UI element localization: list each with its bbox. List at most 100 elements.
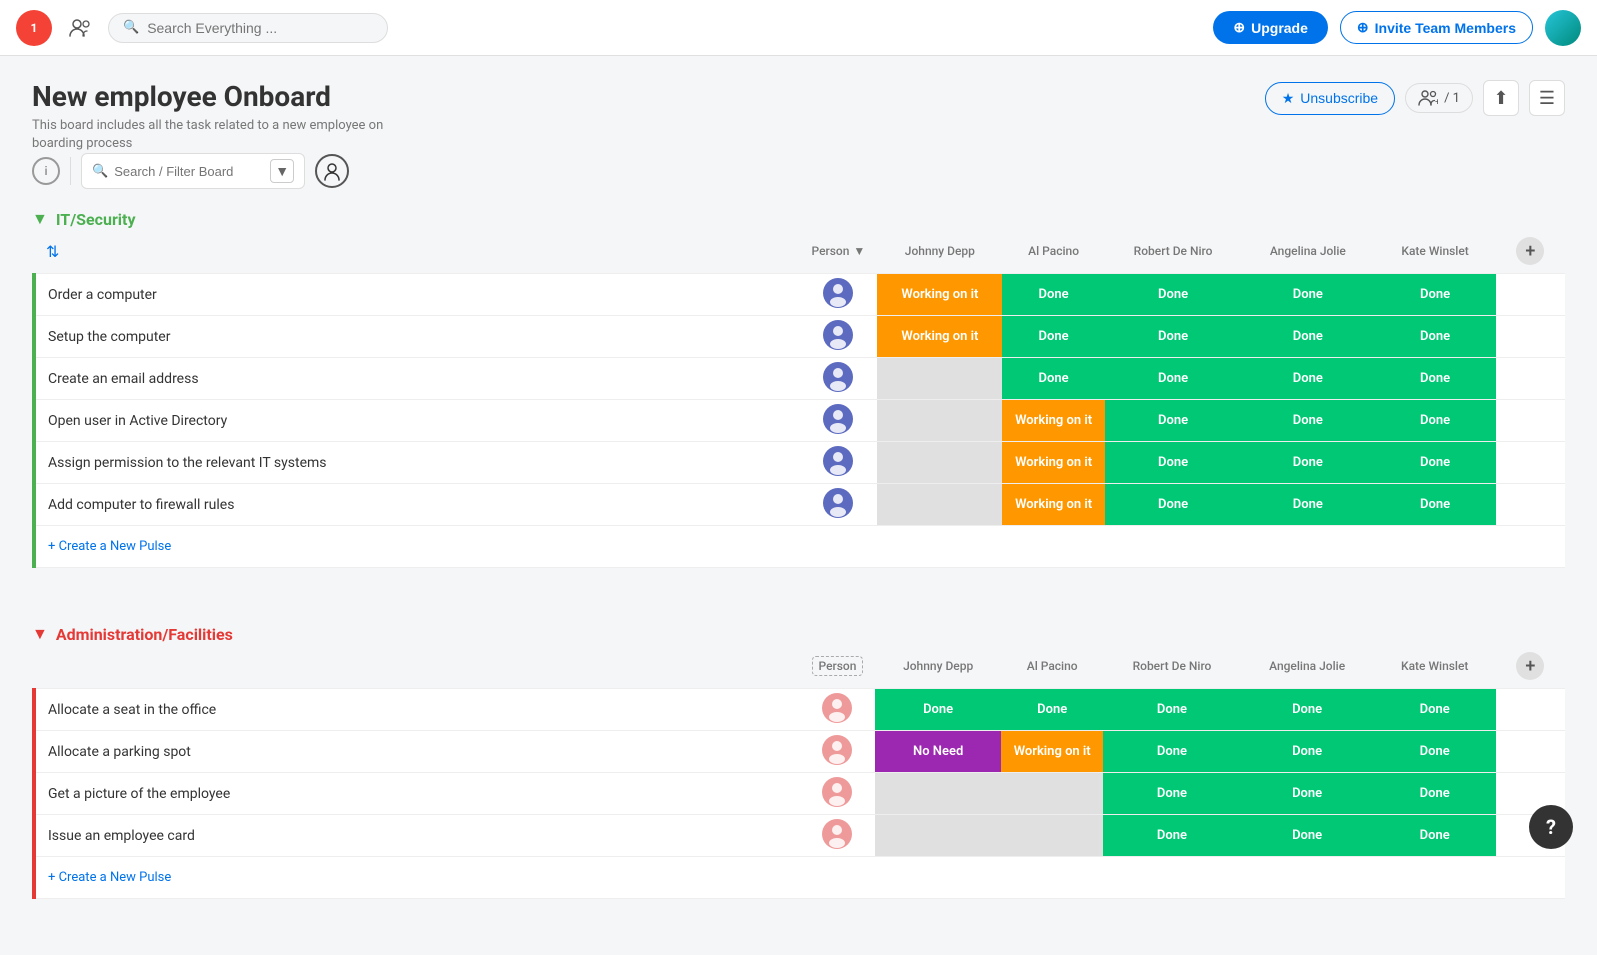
status-cell[interactable]: Done (1241, 484, 1374, 526)
status-cell[interactable]: Done (1103, 773, 1240, 815)
group-it-header: ▼ IT/Security (32, 209, 1565, 229)
status-cell[interactable]: Done (875, 689, 1000, 731)
status-cell[interactable]: Done (1374, 731, 1496, 773)
person-avatar-cell[interactable] (800, 442, 878, 484)
person-avatar-cell[interactable] (800, 274, 878, 316)
filter-input[interactable] (114, 164, 264, 179)
person-avatar-cell[interactable] (800, 815, 876, 857)
menu-icon-btn[interactable]: ☰ (1529, 80, 1565, 116)
person-avatar-cell[interactable] (800, 358, 878, 400)
status-cell[interactable]: Working on it (1002, 484, 1104, 526)
people-icon-btn[interactable] (64, 12, 96, 44)
status-cell[interactable]: Done (1002, 274, 1104, 316)
task-cell[interactable]: Open user in Active Directory (34, 400, 800, 442)
status-cell[interactable]: Done (1240, 773, 1373, 815)
status-cell[interactable]: Done (1240, 689, 1373, 731)
person-avatar-cell[interactable] (800, 316, 878, 358)
info-button[interactable]: i (32, 157, 60, 185)
status-cell[interactable]: Done (1374, 316, 1496, 358)
status-cell[interactable]: Done (1105, 358, 1242, 400)
status-cell[interactable]: Working on it (1002, 400, 1104, 442)
notification-button[interactable]: 1 (16, 10, 52, 46)
person-avatar-cell[interactable] (800, 731, 876, 773)
status-cell[interactable]: Done (1241, 274, 1374, 316)
sort-icon[interactable]: ⇅ (46, 242, 59, 261)
group-admin-chevron[interactable]: ▼ (32, 624, 48, 644)
group-admin-header: ▼ Administration/Facilities (32, 624, 1565, 644)
status-cell[interactable]: Done (1105, 400, 1242, 442)
group-it-chevron[interactable]: ▼ (32, 209, 48, 229)
status-cell[interactable]: Done (1241, 400, 1374, 442)
create-pulse-btn[interactable]: + Create a New Pulse (34, 526, 1565, 568)
status-cell[interactable]: Done (1241, 358, 1374, 400)
status-cell[interactable]: Done (1374, 400, 1496, 442)
status-cell[interactable] (1001, 773, 1104, 815)
user-avatar[interactable] (1545, 10, 1581, 46)
task-cell[interactable]: Add computer to firewall rules (34, 484, 800, 526)
status-cell[interactable]: Done (1105, 274, 1242, 316)
status-cell[interactable]: Done (1001, 689, 1104, 731)
status-cell[interactable]: Done (1105, 442, 1242, 484)
it-col-angelina: Angelina Jolie (1241, 229, 1374, 274)
task-cell[interactable]: Create an email address (34, 358, 800, 400)
status-cell[interactable]: Done (1374, 358, 1496, 400)
status-cell[interactable]: Working on it (877, 316, 1002, 358)
status-cell[interactable]: Done (1374, 689, 1496, 731)
members-badge[interactable]: + / 1 (1405, 83, 1473, 113)
create-pulse-admin-btn[interactable]: + Create a New Pulse (34, 857, 1565, 899)
task-cell[interactable]: Setup the computer (34, 316, 800, 358)
upload-icon-btn[interactable]: ⬆ (1483, 80, 1519, 116)
task-cell[interactable]: Issue an employee card (34, 815, 800, 857)
status-cell[interactable] (875, 773, 1000, 815)
status-cell[interactable]: Done (1374, 484, 1496, 526)
status-cell[interactable]: Done (1374, 274, 1496, 316)
help-button[interactable]: ? (1529, 805, 1573, 849)
status-cell[interactable]: Done (1103, 689, 1240, 731)
person-avatar-cell[interactable] (800, 484, 878, 526)
status-cell[interactable]: Done (1374, 815, 1496, 857)
upgrade-button[interactable]: ⊕ Upgrade (1213, 11, 1328, 44)
status-cell[interactable]: Done (1374, 442, 1496, 484)
group-admin-title[interactable]: Administration/Facilities (56, 625, 233, 644)
status-cell[interactable]: Done (1103, 731, 1240, 773)
status-cell[interactable]: Done (1241, 442, 1374, 484)
status-cell[interactable]: Done (1374, 773, 1496, 815)
search-input[interactable] (147, 20, 347, 36)
empty-cell (1496, 316, 1565, 358)
status-cell[interactable] (877, 442, 1002, 484)
person-avatar-cell[interactable] (800, 773, 876, 815)
status-cell[interactable]: Done (1241, 316, 1374, 358)
status-cell[interactable]: No Need (875, 731, 1000, 773)
task-cell[interactable]: Allocate a seat in the office (34, 689, 800, 731)
add-column-button-admin[interactable]: + (1516, 652, 1544, 680)
task-cell[interactable]: Get a picture of the employee (34, 773, 800, 815)
status-cell[interactable]: Working on it (877, 274, 1002, 316)
invite-button[interactable]: ⊕ Invite Team Members (1340, 11, 1533, 44)
status-cell[interactable]: Done (1240, 731, 1373, 773)
group-it-title[interactable]: IT/Security (56, 210, 136, 229)
person-filter-button[interactable] (315, 154, 349, 188)
table-row: Add computer to firewall rules Working o… (34, 484, 1565, 526)
unsubscribe-button[interactable]: ★ Unsubscribe (1265, 82, 1395, 115)
status-cell[interactable]: Done (1240, 815, 1373, 857)
status-cell[interactable] (877, 358, 1002, 400)
status-cell[interactable]: Done (1002, 358, 1104, 400)
filter-search-icon: 🔍 (92, 164, 108, 179)
task-cell[interactable]: Allocate a parking spot (34, 731, 800, 773)
filter-dropdown-arrow[interactable]: ▼ (270, 159, 294, 183)
status-cell[interactable]: Working on it (1002, 442, 1104, 484)
task-cell[interactable]: Assign permission to the relevant IT sys… (34, 442, 800, 484)
add-column-button-it[interactable]: + (1516, 237, 1544, 265)
person-avatar-cell[interactable] (800, 689, 876, 731)
status-cell[interactable] (1001, 815, 1104, 857)
status-cell[interactable]: Done (1105, 316, 1242, 358)
task-cell[interactable]: Order a computer (34, 274, 800, 316)
status-cell[interactable] (877, 400, 1002, 442)
status-cell[interactable]: Done (1103, 815, 1240, 857)
status-cell[interactable] (877, 484, 1002, 526)
status-cell[interactable]: Done (1002, 316, 1104, 358)
person-avatar-cell[interactable] (800, 400, 878, 442)
status-cell[interactable]: Done (1105, 484, 1242, 526)
status-cell[interactable]: Working on it (1001, 731, 1104, 773)
status-cell[interactable] (875, 815, 1000, 857)
